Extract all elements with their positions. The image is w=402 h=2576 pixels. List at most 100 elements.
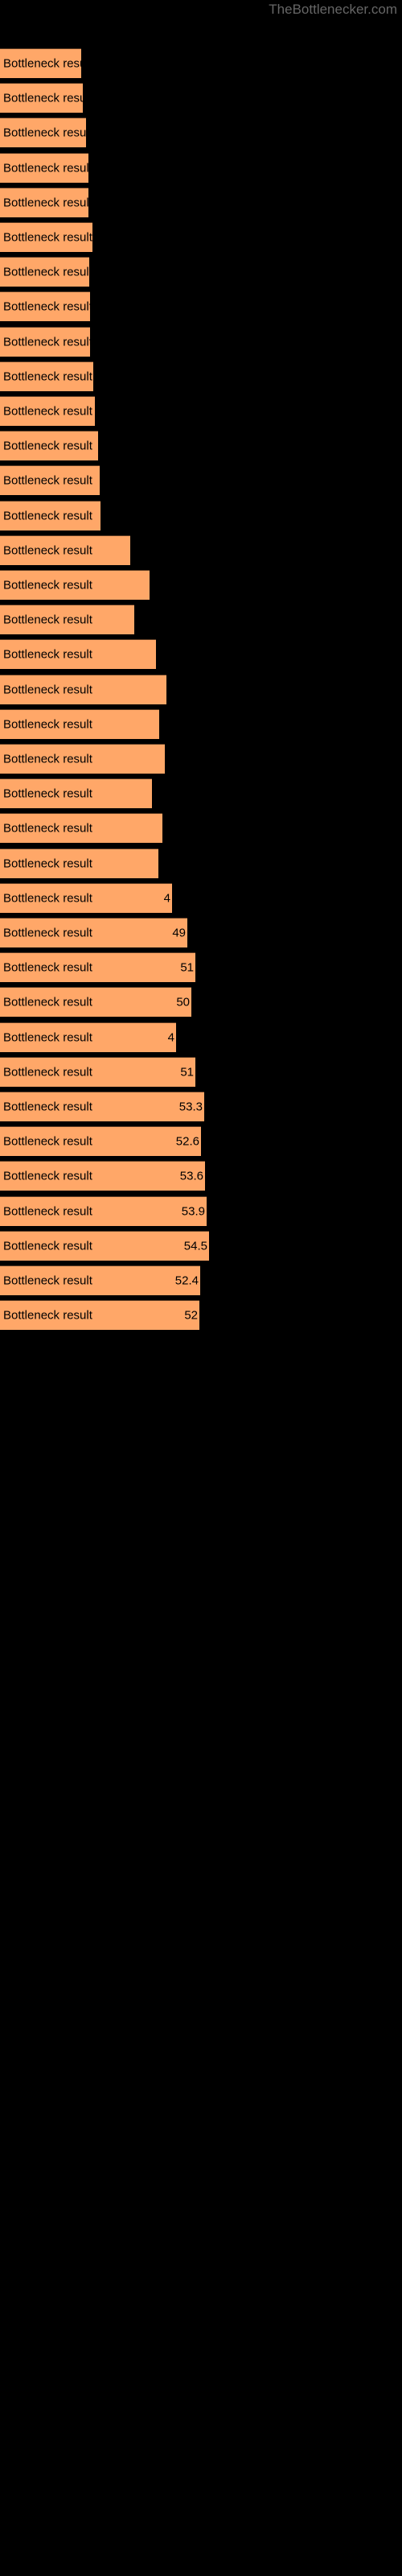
bar[interactable]: Bottleneck result: [0, 361, 93, 391]
bar-label: Bottleneck result: [3, 752, 92, 766]
bar[interactable]: Bottleneck result: [0, 813, 162, 843]
bar[interactable]: Bottleneck result 51: [0, 1057, 195, 1087]
bar[interactable]: Bottleneck result: [0, 83, 83, 113]
bar-value-label: 4: [163, 891, 170, 906]
bar[interactable]: Bottleneck result: [0, 465, 100, 495]
bar-label: Bottleneck result: [3, 613, 92, 627]
bar[interactable]: Bottleneck result 52: [0, 1300, 199, 1330]
bar[interactable]: Bottleneck result: [0, 778, 152, 808]
bar-value-label: 54.5: [183, 1239, 207, 1253]
bar[interactable]: Bottleneck result: [0, 327, 90, 357]
bar[interactable]: Bottleneck result 54.5: [0, 1231, 209, 1261]
bar-row: Bottleneck result: [0, 570, 402, 600]
bar-row: Bottleneck result: [0, 222, 402, 252]
bar[interactable]: Bottleneck result: [0, 675, 166, 704]
bar[interactable]: Bottleneck result: [0, 48, 81, 78]
bar[interactable]: Bottleneck result: [0, 709, 159, 739]
bar[interactable]: Bottleneck result: [0, 605, 134, 634]
bar-label: Bottleneck result: [3, 960, 92, 975]
bar[interactable]: Bottleneck result 52.4: [0, 1265, 200, 1295]
bar-row: Bottleneck result: [0, 709, 402, 739]
bar-row: Bottleneck result 51: [0, 1057, 402, 1087]
bar-row: Bottleneck result 53.9: [0, 1196, 402, 1226]
bar-row: Bottleneck result: [0, 501, 402, 530]
bar-row: Bottleneck result 50: [0, 987, 402, 1017]
bar-row: Bottleneck result: [0, 361, 402, 391]
bar-value-label: 51: [180, 960, 194, 975]
bar[interactable]: Bottleneck result 52.6: [0, 1126, 201, 1156]
bar-label: Bottleneck result: [3, 1274, 92, 1288]
bar-label: Bottleneck result: [3, 56, 81, 71]
bar-label: Bottleneck result: [3, 1204, 92, 1219]
bar-row: Bottleneck result: [0, 431, 402, 460]
bar[interactable]: Bottleneck result: [0, 744, 165, 774]
bar-value-label: 50: [176, 995, 190, 1009]
bar-row: Bottleneck result: [0, 778, 402, 808]
bar-row: Bottleneck result: [0, 465, 402, 495]
bar[interactable]: Bottleneck result: [0, 431, 98, 460]
bar-label: Bottleneck result: [3, 857, 92, 871]
bar[interactable]: Bottleneck result: [0, 222, 92, 252]
bar-row: Bottleneck result: [0, 118, 402, 147]
bar-row: Bottleneck result: [0, 291, 402, 321]
bar-row: Bottleneck result: [0, 327, 402, 357]
bar[interactable]: Bottleneck result: [0, 118, 86, 147]
bar[interactable]: Bottleneck result: [0, 848, 158, 878]
bar-label: Bottleneck result: [3, 335, 90, 349]
bar-label: Bottleneck result: [3, 196, 88, 210]
bar[interactable]: Bottleneck result 53.3: [0, 1092, 204, 1121]
bar-label: Bottleneck result: [3, 717, 92, 732]
bar[interactable]: Bottleneck result 4: [0, 1022, 176, 1052]
bar[interactable]: Bottleneck result 49: [0, 918, 187, 947]
bar[interactable]: Bottleneck result: [0, 535, 130, 565]
bar-label: Bottleneck result: [3, 926, 92, 940]
bar[interactable]: Bottleneck result 4: [0, 883, 172, 913]
bar-label: Bottleneck result: [3, 404, 92, 419]
bar[interactable]: Bottleneck result: [0, 291, 90, 321]
bar-row: Bottleneck result 4: [0, 883, 402, 913]
bar-label: Bottleneck result: [3, 647, 92, 662]
bar[interactable]: Bottleneck result 51: [0, 952, 195, 982]
bar-label: Bottleneck result: [3, 1134, 92, 1149]
bar-value-label: 49: [172, 926, 186, 940]
bar-row: Bottleneck result 51: [0, 952, 402, 982]
bar-row: Bottleneck result 53.3: [0, 1092, 402, 1121]
bar-row: Bottleneck result: [0, 813, 402, 843]
bar-value-label: 53.6: [179, 1169, 203, 1183]
bar-row: Bottleneck result: [0, 535, 402, 565]
bar-row: Bottleneck result 4: [0, 1022, 402, 1052]
bar[interactable]: Bottleneck result: [0, 639, 156, 669]
bar-label: Bottleneck result: [3, 126, 86, 140]
bar[interactable]: Bottleneck result: [0, 396, 95, 426]
bar-label: Bottleneck result: [3, 230, 92, 245]
bar-label: Bottleneck result: [3, 369, 92, 384]
bar[interactable]: Bottleneck result: [0, 188, 88, 217]
bar[interactable]: Bottleneck result: [0, 257, 89, 287]
bar-value-label: 52.6: [175, 1134, 199, 1149]
bar-label: Bottleneck result: [3, 473, 92, 488]
bar-row: Bottleneck result: [0, 639, 402, 669]
bar-row: Bottleneck result 54.5: [0, 1231, 402, 1261]
bar-label: Bottleneck result: [3, 1239, 92, 1253]
bar[interactable]: Bottleneck result 53.6: [0, 1161, 205, 1191]
bar-row: Bottleneck result: [0, 48, 402, 78]
bar-row: Bottleneck result: [0, 257, 402, 287]
bar-label: Bottleneck result: [3, 1030, 92, 1045]
bar[interactable]: Bottleneck result: [0, 570, 150, 600]
bar-row: Bottleneck result 53.6: [0, 1161, 402, 1191]
bar-label: Bottleneck result: [3, 299, 90, 314]
bar-row: Bottleneck result: [0, 605, 402, 634]
bar-label: Bottleneck result: [3, 995, 92, 1009]
bar-row: Bottleneck result: [0, 675, 402, 704]
bar-label: Bottleneck result: [3, 1065, 92, 1080]
bar-row: Bottleneck result 52.4: [0, 1265, 402, 1295]
bar-value-label: 4: [167, 1030, 174, 1045]
bar[interactable]: Bottleneck result 53.9: [0, 1196, 207, 1226]
bar-row: Bottleneck result: [0, 848, 402, 878]
bar[interactable]: Bottleneck result 50: [0, 987, 191, 1017]
bar-row: Bottleneck result: [0, 744, 402, 774]
bar-label: Bottleneck result: [3, 1100, 92, 1114]
bar-row: Bottleneck result 52: [0, 1300, 402, 1330]
bar[interactable]: Bottleneck result: [0, 153, 88, 183]
bar[interactable]: Bottleneck result: [0, 501, 100, 530]
